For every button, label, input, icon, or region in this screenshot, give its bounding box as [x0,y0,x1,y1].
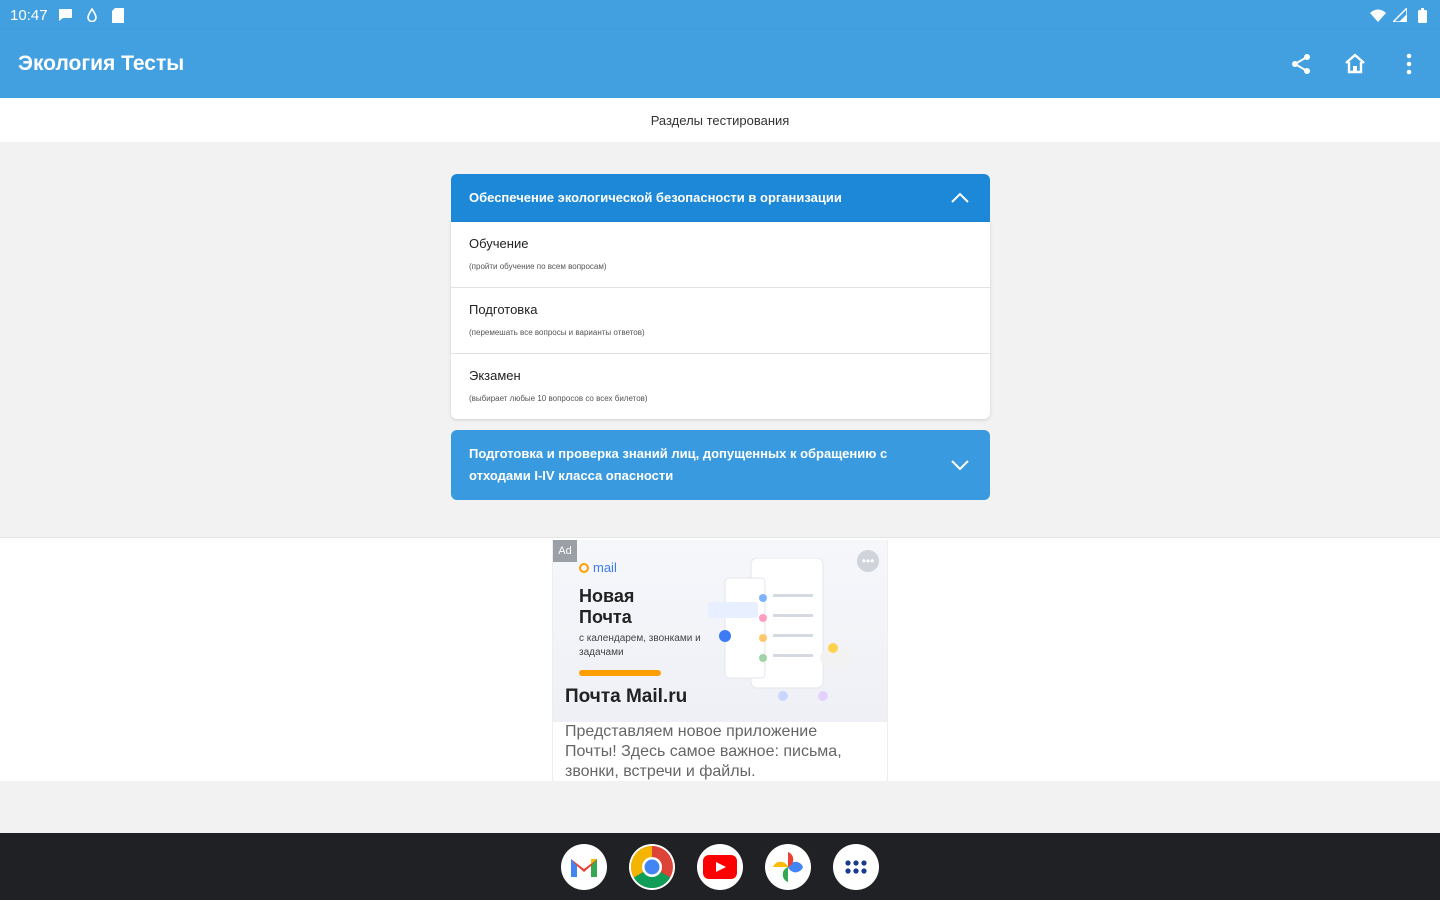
item-name: Экзамен [469,368,521,383]
gmail-icon[interactable] [561,843,607,890]
list-item-exam[interactable]: Экзамен (выбирает любые 10 вопросов со в… [451,354,990,419]
bottom-spacer [0,781,1440,833]
youtube-icon[interactable] [697,843,743,890]
ad-phone-mockup [703,557,863,708]
taskbar-dock [0,833,1440,900]
ad-headline: Новая Почта [579,586,635,627]
sections-container: Обеспечение экологической безопасности в… [0,142,1440,537]
subtitle-text: Разделы тестирования [650,112,790,128]
list-item-preparation[interactable]: Подготовка (перемешать все вопросы и вар… [451,288,990,354]
section-title: Подготовка и проверка знаний лиц, допуще… [469,446,888,483]
item-desc: (пройти обучение по всем вопросам) [469,262,607,271]
ad-card[interactable]: mail Новая Почта с календарем, звонками … [552,540,888,782]
app-drawer-icon[interactable] [833,843,879,890]
status-time: 10:47 [10,6,48,24]
home-icon[interactable] [1342,51,1368,77]
ad-cta-bar [579,670,661,676]
drop-icon [84,7,100,23]
chevron-up-icon [948,186,972,210]
ad-subheadline: с календарем, звонками и задачами [579,633,701,658]
battery-icon [1414,7,1430,23]
chevron-down-icon [948,453,972,477]
section-accordion: Обеспечение экологической безопасности в… [451,174,990,419]
section-header[interactable]: Подготовка и проверка знаний лиц, допуще… [451,430,990,500]
ad-badge[interactable]: Ad [553,540,577,562]
signal-icon [1392,7,1408,23]
photos-icon[interactable] [765,843,811,890]
share-icon[interactable] [1288,51,1314,77]
section-accordion: Подготовка и проверка знаний лиц, допуще… [451,430,990,500]
item-name: Обучение [469,236,529,251]
item-name: Подготовка [469,302,538,317]
ad-banner-area: mail Новая Почта с календарем, звонками … [0,537,1440,782]
chat-icon [58,7,74,23]
chrome-icon[interactable] [629,843,675,890]
section-subtitle: Разделы тестирования [0,98,1440,142]
more-vert-icon[interactable] [1396,51,1422,77]
app-bar: Экология Тесты [0,30,1440,98]
list-item-training[interactable]: Обучение (пройти обучение по всем вопрос… [451,222,990,288]
status-bar: 10:47 [0,0,1440,30]
section-header[interactable]: Обеспечение экологической безопасности в… [451,174,990,222]
item-desc: (выбирает любые 10 вопросов со всех биле… [469,394,648,403]
ad-logo: mail [579,560,617,575]
item-desc: (перемешать все вопросы и варианты ответ… [469,328,645,337]
ad-brand[interactable]: Почта Mail.ru [565,686,687,708]
wifi-icon [1370,7,1386,23]
section-title: Обеспечение экологической безопасности в… [469,190,842,205]
app-title: Экология Тесты [18,52,185,75]
ad-description: Представляем новое приложение Почты! Зде… [565,723,842,780]
ad-options-icon[interactable]: ••• [857,550,879,572]
sdcard-icon [110,7,126,23]
